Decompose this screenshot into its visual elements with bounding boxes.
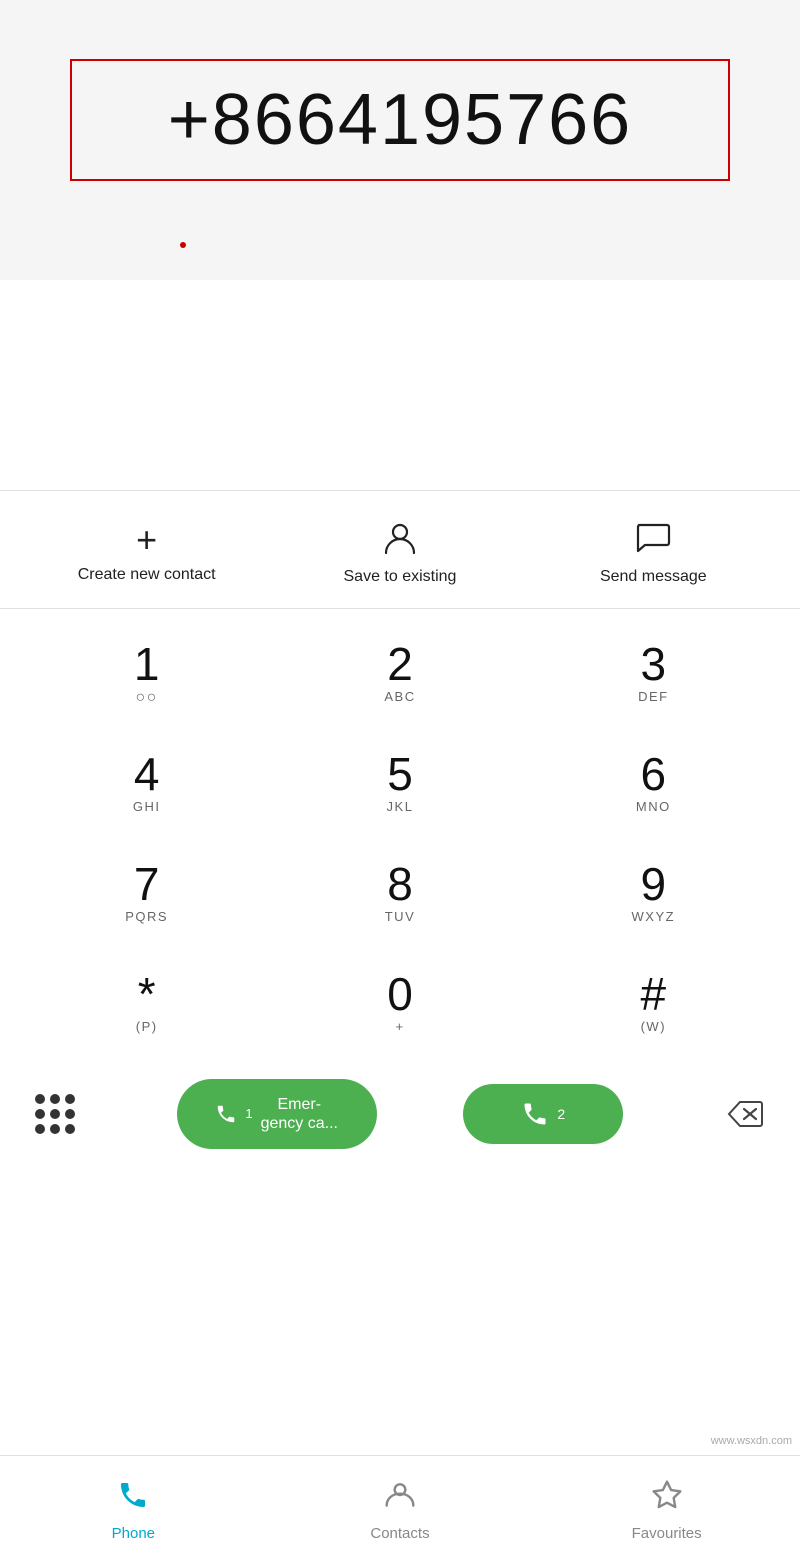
nav-item-phone[interactable]: Phone — [73, 1479, 193, 1542]
create-new-contact-button[interactable]: + Create new contact — [57, 522, 237, 584]
dial-key-5[interactable]: 5 JKL — [300, 729, 500, 839]
main-call-button[interactable]: 2 — [463, 1084, 623, 1144]
digit-3: 3 — [641, 641, 667, 687]
letters-4: GHI — [133, 799, 161, 817]
save-to-existing-button[interactable]: Save to existing — [310, 519, 490, 586]
digit-1: 1 — [134, 641, 160, 687]
create-new-contact-label: Create new contact — [78, 566, 216, 584]
dial-key-9[interactable]: 9 WXYZ — [553, 839, 753, 949]
dialpad-row-3: 7 PQRS 8 TUV 9 WXYZ — [20, 839, 780, 949]
letters-star: (P) — [136, 1019, 158, 1037]
digit-2: 2 — [387, 641, 413, 687]
emergency-call-button[interactable]: 1 Emer-gency ca... — [177, 1079, 377, 1149]
letters-9: WXYZ — [632, 909, 676, 927]
dial-key-4[interactable]: 4 GHI — [47, 729, 247, 839]
subtitle-area — [0, 230, 800, 280]
contacts-nav-icon — [384, 1479, 416, 1519]
dial-key-hash[interactable]: # (W) — [553, 949, 753, 1059]
person-icon — [382, 519, 418, 560]
favourites-nav-icon — [651, 1479, 683, 1519]
dial-key-3[interactable]: 3 DEF — [553, 619, 753, 729]
dial-key-2[interactable]: 2 ABC — [300, 619, 500, 729]
send-message-button[interactable]: Send message — [563, 519, 743, 586]
grid-dots-icon — [35, 1094, 75, 1134]
letters-3: DEF — [638, 689, 669, 707]
dialpad: 1 ○○ 2 ABC 3 DEF 4 GHI 5 JKL 6 MNO 7 PQR… — [0, 609, 800, 1069]
nav-item-favourites[interactable]: Favourites — [607, 1479, 727, 1542]
digit-5: 5 — [387, 751, 413, 797]
chat-icon — [635, 519, 671, 560]
phone-display-area: +8664195766 — [0, 0, 800, 230]
dial-key-7[interactable]: 7 PQRS — [47, 839, 247, 949]
dialpad-row-1: 1 ○○ 2 ABC 3 DEF — [20, 619, 780, 729]
digit-star: * — [138, 971, 156, 1017]
letters-0: + — [395, 1019, 404, 1037]
letters-5: JKL — [387, 799, 414, 817]
call-icon-emergency — [215, 1103, 237, 1125]
dialpad-grid-button[interactable] — [20, 1079, 90, 1149]
digit-7: 7 — [134, 861, 160, 907]
dial-key-star[interactable]: * (P) — [47, 949, 247, 1059]
watermark: www.wsxdn.com — [711, 1435, 792, 1447]
dialpad-row-4: * (P) 0 + # (W) — [20, 949, 780, 1059]
letters-1: ○○ — [135, 689, 157, 707]
letters-6: MNO — [636, 799, 671, 817]
dial-key-6[interactable]: 6 MNO — [553, 729, 753, 839]
backspace-button[interactable] — [710, 1079, 780, 1149]
save-to-existing-label: Save to existing — [344, 568, 457, 586]
bottom-nav: Phone Contacts Favourites — [0, 1455, 800, 1565]
letters-2: ABC — [384, 689, 415, 707]
spacer — [0, 280, 800, 490]
dial-key-1[interactable]: 1 ○○ — [47, 619, 247, 729]
dial-key-8[interactable]: 8 TUV — [300, 839, 500, 949]
letters-7: PQRS — [125, 909, 168, 927]
nav-label-phone: Phone — [112, 1525, 155, 1542]
bottom-call-row: 1 Emer-gency ca... 2 — [0, 1069, 800, 1159]
dial-key-0[interactable]: 0 + — [300, 949, 500, 1059]
nav-item-contacts[interactable]: Contacts — [340, 1479, 460, 1542]
digit-0: 0 — [387, 971, 413, 1017]
phone-number: +8664195766 — [168, 80, 632, 160]
digit-6: 6 — [641, 751, 667, 797]
nav-label-favourites: Favourites — [632, 1525, 702, 1542]
phone-nav-icon — [117, 1479, 149, 1519]
phone-number-box: +8664195766 — [70, 59, 730, 181]
digit-8: 8 — [387, 861, 413, 907]
digit-4: 4 — [134, 751, 160, 797]
red-dot — [180, 242, 186, 248]
digit-hash: # — [641, 971, 667, 1017]
plus-icon: + — [136, 522, 157, 558]
letters-hash: (W) — [641, 1019, 666, 1037]
letters-8: TUV — [385, 909, 416, 927]
action-row: + Create new contact Save to existing Se… — [0, 491, 800, 608]
dialpad-row-2: 4 GHI 5 JKL 6 MNO — [20, 729, 780, 839]
backspace-icon — [727, 1099, 763, 1129]
nav-label-contacts: Contacts — [370, 1525, 429, 1542]
call-icon-main — [521, 1100, 549, 1128]
send-message-label: Send message — [600, 568, 707, 586]
emergency-call-label: Emer-gency ca... — [261, 1095, 338, 1133]
digit-9: 9 — [641, 861, 667, 907]
